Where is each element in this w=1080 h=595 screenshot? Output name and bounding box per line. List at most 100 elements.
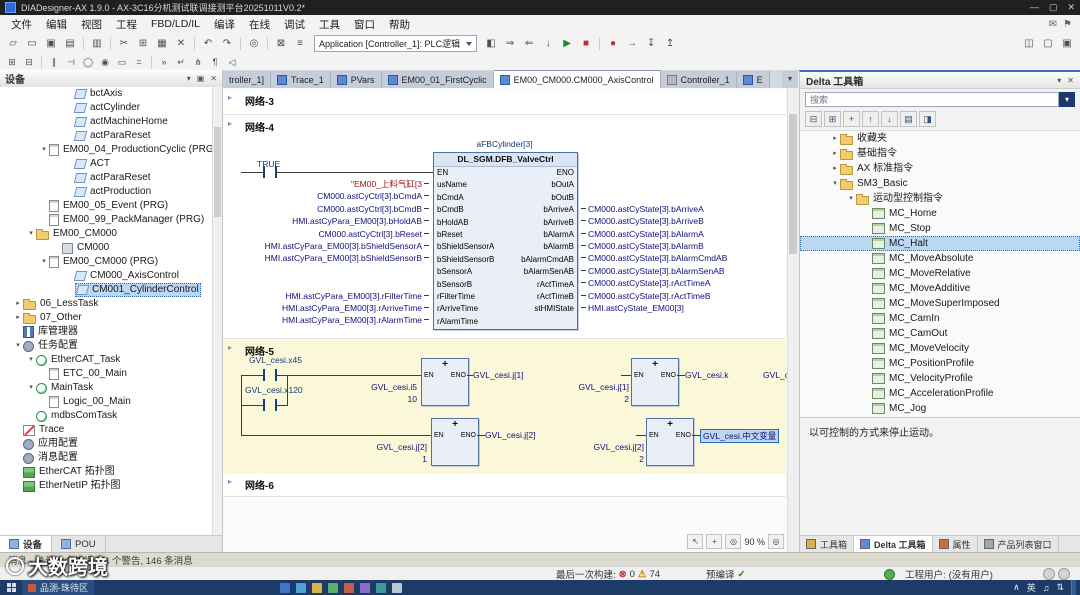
expand-arrow[interactable]: ▾ (39, 255, 49, 269)
download-icon[interactable]: ↓ (539, 35, 557, 52)
set-coil-icon[interactable]: ◉ (97, 55, 113, 70)
minimize-button[interactable]: — (1030, 2, 1039, 13)
editor-scrollbar[interactable] (787, 88, 798, 552)
tree-item[interactable]: ▸ 06_LessTask (0, 297, 222, 311)
tree-item[interactable]: bctAxis (0, 87, 222, 101)
scrollbar-thumb[interactable] (214, 127, 221, 217)
fb-output-operands[interactable]: CM000.astCyState[3].bArriveA CM000.astCy… (581, 178, 781, 314)
search-button[interactable]: ▾ (1059, 92, 1075, 107)
close-icon[interactable]: ✕ (1067, 76, 1074, 85)
tree-item-selected[interactable]: CM001_CylinderControl (0, 283, 222, 297)
toolbox-item[interactable]: MC_PositionProfile (800, 356, 1080, 371)
expand-arrow[interactable]: ▸ (830, 161, 840, 176)
menu-window[interactable]: 窗口 (347, 17, 382, 32)
network-5[interactable]: ▸ 网络-5 GVL_cesi.x45 GVL_cesi.x120 + EN EN… (223, 340, 788, 475)
window-split-icon[interactable]: ◫ (1020, 35, 1038, 52)
toolbox-item-selected[interactable]: MC_Halt (800, 236, 1080, 251)
tree-item[interactable]: EM00_99_PackManager (PRG) (0, 213, 222, 227)
device-tree-scrollbar[interactable] (212, 87, 222, 536)
copy-icon[interactable]: ⊞ (134, 35, 152, 52)
toolbox-category[interactable]: ▸ AX 标准指令 (800, 161, 1080, 176)
tree-item[interactable]: EtherNetIP 拓扑图 (0, 479, 222, 493)
contact-icon[interactable]: ∥ (46, 55, 62, 70)
tree-item[interactable]: Trace (0, 423, 222, 437)
tree-item[interactable]: 应用配置 (0, 437, 222, 451)
network-6[interactable]: ▸ 网络-6 (223, 474, 786, 497)
tree-item[interactable]: EtherCAT 拓扑图 (0, 465, 222, 479)
menu-edit[interactable]: 编辑 (39, 17, 74, 32)
editor-tab[interactable]: E (736, 71, 770, 88)
toolbox-category[interactable]: ▾ 运动型控制指令 (800, 191, 1080, 206)
tree-item[interactable]: 库管理器 (0, 325, 222, 339)
tab-properties[interactable]: 属性 (933, 536, 978, 552)
tree-item[interactable]: mdbsComTask (0, 409, 222, 423)
collapse-all-icon[interactable]: ⊟ (805, 111, 822, 127)
toolbox-item[interactable]: MC_MoveAbsolute (800, 251, 1080, 266)
login-icon[interactable]: ⇒ (501, 35, 519, 52)
toolbox-item[interactable]: MC_VelocityProfile (800, 371, 1080, 386)
taskbar-app-button[interactable]: 品测-珠待区 (22, 580, 94, 595)
save-icon[interactable]: ▣ (42, 35, 60, 52)
step-into-icon[interactable]: ↧ (642, 35, 660, 52)
pin-icon[interactable]: ◨ (919, 111, 936, 127)
expand-arrow[interactable]: ▾ (830, 176, 840, 191)
block-output-operand[interactable]: GVL_cesi.j[2] (485, 430, 536, 440)
toolbox-item[interactable]: MC_CamOut (800, 326, 1080, 341)
scrollbar-thumb[interactable] (789, 114, 797, 254)
expand-arrow[interactable]: ▾ (26, 227, 36, 241)
tree-item[interactable]: CM000 (0, 241, 222, 255)
tree-item[interactable]: ACT (0, 157, 222, 171)
stop-icon[interactable]: ■ (577, 35, 595, 52)
step-over-icon[interactable]: → (623, 35, 641, 52)
toolbox-item[interactable]: MC_AccelerationProfile (800, 386, 1080, 401)
flag-icon[interactable]: ⚑ (1063, 19, 1072, 30)
taskbar-app-icon[interactable] (360, 582, 370, 593)
show-desktop-button[interactable] (1071, 580, 1076, 595)
print-icon[interactable]: ▥ (88, 35, 106, 52)
tree-item[interactable]: 消息配置 (0, 451, 222, 465)
branch-icon[interactable]: ⋔ (190, 55, 206, 70)
toolbox-category[interactable]: ▾ SM3_Basic (800, 176, 1080, 191)
tree-item[interactable]: actParaReset (0, 129, 222, 143)
function-block-box-icon[interactable]: ▭ (114, 55, 130, 70)
move-up-icon[interactable]: ↑ (862, 111, 879, 127)
block-output-operand[interactable]: GVL_ces (763, 370, 788, 380)
network-collapse-icon[interactable]: ▸ (228, 119, 232, 128)
block-input-operand[interactable]: 10 (323, 394, 417, 404)
expand-arrow[interactable]: ▸ (13, 311, 23, 325)
build-icon[interactable]: ⊠ (272, 35, 290, 52)
function-block-valvectrl[interactable]: DL_SGM.DFB_ValveCtrl EN usName bCmdA bCmdB… (433, 152, 578, 330)
volume-icon[interactable]: ♫ (1043, 583, 1050, 593)
tree-item[interactable]: actProduction (0, 185, 222, 199)
expand-arrow[interactable]: ▾ (26, 381, 36, 395)
toolbox-search-input[interactable] (805, 92, 1059, 107)
fb-input-operands[interactable]: "EM00_上料气缸[3 CM000.astCyCtrl[3].bCmdA CM… (223, 178, 429, 327)
return-icon[interactable]: ↵ (173, 55, 189, 70)
new-project-icon[interactable]: ▱ (4, 35, 22, 52)
tree-item[interactable]: CM000_AxisControl (0, 269, 222, 283)
menu-online[interactable]: 在线 (242, 17, 277, 32)
toolbox-item[interactable]: MC_MoveSuperImposed (800, 296, 1080, 311)
expand-arrow[interactable]: ▾ (39, 143, 49, 157)
tab-overflow-button[interactable]: ▼ (782, 71, 798, 88)
fb-instance-name[interactable]: aFBCylinder[3] (433, 139, 576, 149)
taskbar-app-icon[interactable] (392, 582, 402, 593)
cut-icon[interactable]: ✂ (115, 35, 133, 52)
coil-icon[interactable]: ◯ (80, 55, 96, 70)
network-icon[interactable]: ⇅ (1056, 582, 1064, 593)
start-icon[interactable]: ▶ (558, 35, 576, 52)
dropdown-icon[interactable]: ▾ (1057, 76, 1061, 85)
toolbox-item[interactable]: MC_MoveVelocity (800, 341, 1080, 356)
network-4[interactable]: ▸ 网络-4 aFBCylinder[3] TRUE DL_SGM.DFB_Va… (223, 116, 786, 339)
tab-toolbox[interactable]: 工具箱 (800, 536, 855, 552)
network-3[interactable]: ▸ 网络-3 (223, 90, 786, 115)
menu-debug[interactable]: 调试 (277, 17, 312, 32)
message-bar[interactable]: 消息 - 总计 0 个错误, 74 个警告, 146 条消息 (0, 552, 1080, 567)
block-input-operand[interactable]: 2 (548, 454, 644, 464)
expand-arrow[interactable]: ▾ (13, 339, 23, 353)
tree-item[interactable]: Logic_00_Main (0, 395, 222, 409)
window-layout-icon[interactable]: ▢ (1039, 35, 1057, 52)
block-input-operand[interactable]: 2 (533, 394, 629, 404)
tree-item[interactable]: EM00_05_Event (PRG) (0, 199, 222, 213)
expand-all-icon[interactable]: ⊞ (824, 111, 841, 127)
